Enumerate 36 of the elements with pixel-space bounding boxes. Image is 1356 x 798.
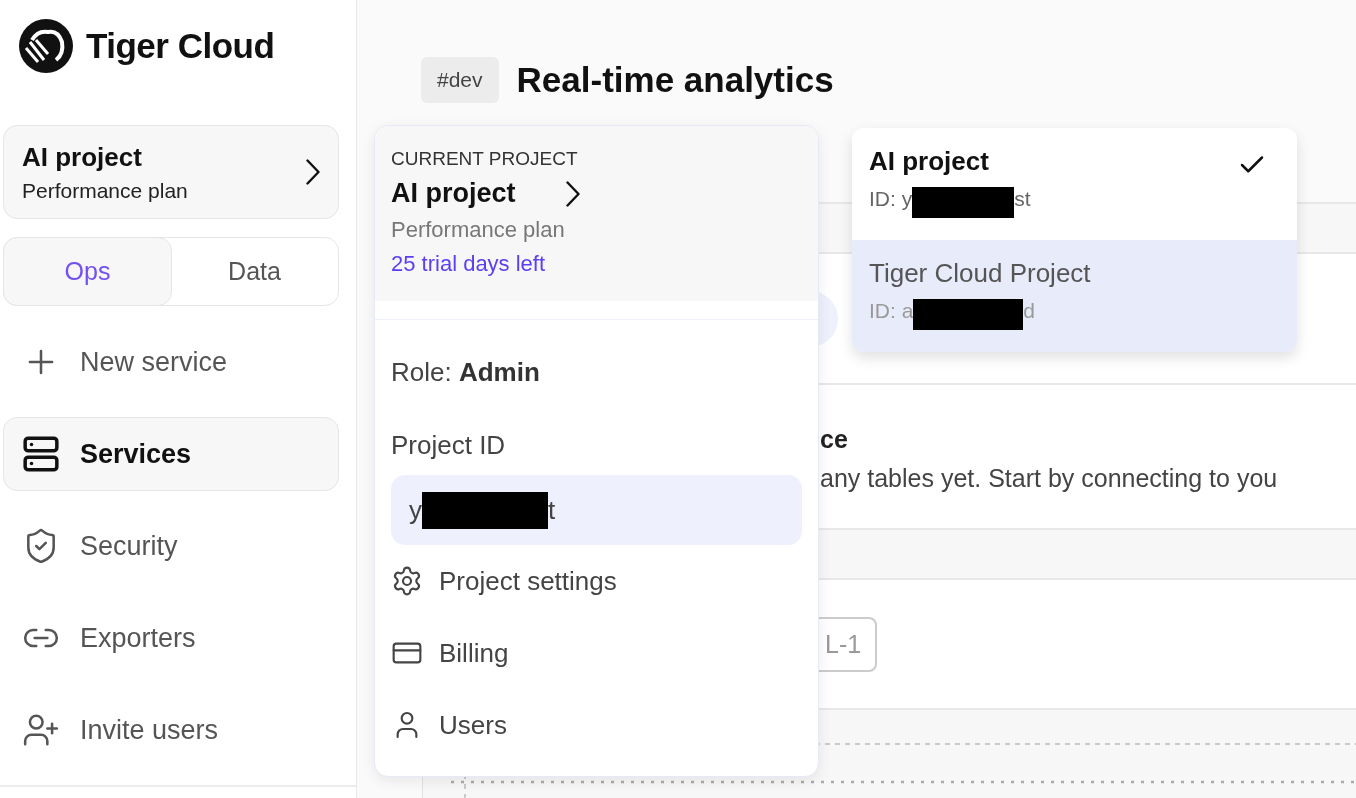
project-plan: Performance plan — [391, 217, 566, 243]
channel-tag: #dev — [421, 57, 499, 103]
section-text: any tables yet. Start by connecting to you — [820, 464, 1279, 493]
project-name: AI project — [22, 141, 143, 173]
section-label: CURRENT PROJECT — [391, 148, 579, 170]
nav-item[interactable]: Services — [3, 417, 339, 491]
chevron-right-icon — [306, 159, 320, 185]
project-name: AI project — [869, 146, 990, 177]
project-id-field[interactable]: y t — [391, 475, 802, 545]
project-id: ID: y st — [869, 187, 1280, 218]
project-id: ID: a d — [869, 299, 1280, 330]
project-switcher[interactable]: AI project Performance plan — [3, 125, 339, 219]
chevron-right-icon — [565, 180, 580, 207]
brand-name: Tiger Cloud — [86, 26, 275, 66]
role-text: Role: Admin — [391, 357, 541, 388]
trial-notice: 25 trial days left — [391, 251, 547, 277]
server-icon — [22, 435, 60, 473]
nav-item[interactable]: Invite users — [3, 693, 339, 767]
nav-item[interactable]: New service — [3, 325, 339, 399]
project-plan: Performance plan — [22, 178, 188, 203]
nav-item[interactable]: Exporters — [3, 601, 339, 675]
project-option[interactable]: Tiger Cloud Project ID: a d — [852, 240, 1297, 352]
menu-item[interactable]: Project settings — [391, 545, 802, 617]
tiger-logo-icon — [18, 18, 74, 74]
page-title: Real-time analytics — [516, 60, 834, 100]
mode-tab[interactable]: Data — [170, 237, 339, 306]
mode-tab[interactable]: Ops — [3, 237, 172, 306]
section-heading: ce — [820, 425, 849, 454]
field-label: Project ID — [391, 430, 507, 461]
project-name: AI project — [391, 178, 516, 209]
settings-icon — [391, 565, 423, 597]
menu-item[interactable]: Users — [391, 689, 802, 761]
project-option[interactable]: AI project ID: y st — [852, 128, 1297, 240]
nav-item[interactable]: Security — [3, 509, 339, 583]
project-name: Tiger Cloud Project — [869, 258, 1092, 289]
menu-item[interactable]: Billing — [391, 617, 802, 689]
